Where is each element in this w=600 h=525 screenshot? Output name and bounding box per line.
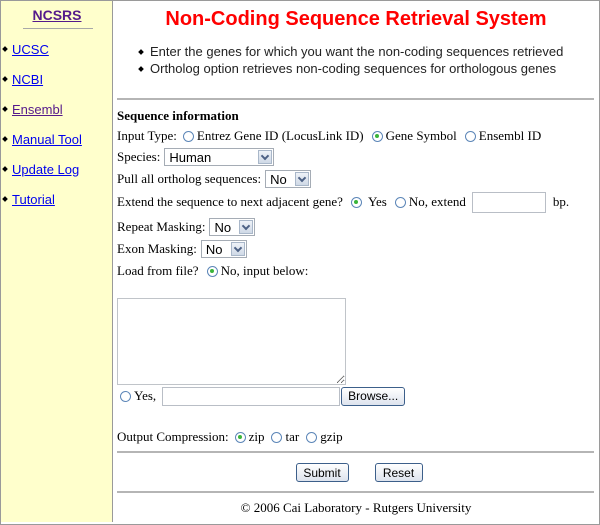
intro-list: Enter the genes for which you want the n… xyxy=(138,43,564,77)
bullet-icon xyxy=(2,166,8,172)
repeat-masking-select[interactable]: No xyxy=(209,218,256,236)
input-type-row: Input Type: Entrez Gene ID (LocusLink ID… xyxy=(117,126,543,146)
chevron-down-icon[interactable] xyxy=(239,220,254,234)
sidebar-brand: NCSRS xyxy=(1,7,113,23)
radio-zip-label: zip xyxy=(248,429,265,444)
radio-load-file-label: Yes, xyxy=(134,388,157,403)
radio-ensembl-label: Ensembl ID xyxy=(478,128,542,143)
extend-label: Extend the sequence to next adjacent gen… xyxy=(117,194,343,209)
bullet-icon xyxy=(2,76,8,82)
sidebar-item-update-log: Update Log xyxy=(1,154,82,184)
radio-entrez-gene-id[interactable] xyxy=(182,130,194,142)
bullet-icon xyxy=(138,65,144,72)
repeat-masking-label: Repeat Masking: xyxy=(117,219,206,234)
bullet-icon xyxy=(2,46,8,52)
input-type-label: Input Type: xyxy=(117,128,177,143)
section-title: Sequence information xyxy=(117,108,239,123)
link-manual-tool[interactable]: Manual Tool xyxy=(12,132,82,147)
browse-button[interactable]: Browse... xyxy=(341,386,406,406)
sidebar-nav: UCSC NCBI Ensembl Manual Tool Update Log… xyxy=(1,34,82,214)
radio-gene-symbol-label: Gene Symbol xyxy=(385,128,457,143)
bullet-icon xyxy=(138,48,144,55)
radio-zip[interactable] xyxy=(234,431,246,443)
link-tutorial[interactable]: Tutorial xyxy=(12,192,55,207)
link-ucsc[interactable]: UCSC xyxy=(12,42,49,57)
repeat-masking-row: Repeat Masking: No xyxy=(117,217,256,237)
radio-ensembl-id[interactable] xyxy=(464,130,476,142)
page-title: Non-Coding Sequence Retrieval System xyxy=(165,8,547,30)
intro-text: Enter the genes for which you want the n… xyxy=(150,44,564,59)
footer-copyright: © 2006 Cai Laboratory - Rutgers Universi… xyxy=(240,500,472,515)
sidebar-divider xyxy=(23,28,93,29)
intro-item: Enter the genes for which you want the n… xyxy=(138,43,564,60)
intro-item: Ortholog option retrieves non-coding seq… xyxy=(138,60,563,77)
divider xyxy=(117,451,594,453)
ortholog-label: Pull all ortholog sequences: xyxy=(117,171,262,186)
link-ensembl[interactable]: Ensembl xyxy=(12,102,63,117)
radio-tar-label: tar xyxy=(285,429,300,444)
sidebar-item-ucsc: UCSC xyxy=(1,34,82,64)
ortholog-select[interactable]: No xyxy=(265,170,312,188)
chevron-down-icon[interactable] xyxy=(258,150,273,164)
sidebar-item-ensembl: Ensembl xyxy=(1,94,82,124)
load-from-file-label: Load from file? xyxy=(117,263,199,278)
divider xyxy=(117,491,594,493)
radio-gene-symbol[interactable] xyxy=(371,130,383,142)
link-update-log[interactable]: Update Log xyxy=(12,162,79,177)
repeat-masking-value: No xyxy=(214,219,232,235)
chevron-down-icon[interactable] xyxy=(230,242,245,256)
form-actions: Submit Reset xyxy=(114,463,598,482)
radio-input-below-label: No, input below: xyxy=(220,263,309,278)
sidebar-item-manual-tool: Manual Tool xyxy=(1,124,82,154)
intro-text: Ortholog option retrieves non-coding seq… xyxy=(150,61,557,76)
load-from-file-row: Load from file? No, input below: xyxy=(117,261,310,281)
file-row: Yes, Browse... xyxy=(117,386,406,406)
output-compression-label: Output Compression: xyxy=(117,429,229,444)
radio-extend-yes[interactable] xyxy=(350,196,362,208)
brand-link[interactable]: NCSRS xyxy=(32,7,81,23)
species-value: Human xyxy=(169,149,212,165)
main-content: Non-Coding Sequence Retrieval System Ent… xyxy=(114,1,598,522)
sidebar-item-ncbi: NCBI xyxy=(1,64,82,94)
species-select[interactable]: Human xyxy=(164,148,275,166)
radio-gzip[interactable] xyxy=(306,431,318,443)
output-compression-row: Output Compression: zip tar gzip xyxy=(117,427,345,447)
sequence-textarea[interactable] xyxy=(117,298,346,385)
exon-masking-label: Exon Masking: xyxy=(117,241,197,256)
sidebar-item-tutorial: Tutorial xyxy=(1,184,82,214)
species-label: Species: xyxy=(117,149,161,164)
radio-tar[interactable] xyxy=(271,431,283,443)
file-path-input[interactable] xyxy=(162,386,341,406)
exon-masking-row: Exon Masking: No xyxy=(117,239,247,259)
ortholog-value: No xyxy=(270,171,287,187)
divider xyxy=(117,98,594,100)
radio-gzip-label: gzip xyxy=(320,429,343,444)
sidebar: NCSRS UCSC NCBI Ensembl Manual Tool Upda… xyxy=(1,1,113,522)
extend-row: Extend the sequence to next adjacent gen… xyxy=(117,191,570,213)
bullet-icon xyxy=(2,136,8,142)
link-ncbi[interactable]: NCBI xyxy=(12,72,43,87)
radio-entrez-label: Entrez Gene ID (LocusLink ID) xyxy=(196,128,364,143)
radio-load-file[interactable] xyxy=(120,390,131,402)
radio-input-below[interactable] xyxy=(206,265,218,277)
bp-unit: bp. xyxy=(552,194,570,209)
reset-button[interactable]: Reset xyxy=(374,463,423,482)
extend-bp-input[interactable] xyxy=(471,191,546,213)
bullet-icon xyxy=(2,196,8,202)
bullet-icon xyxy=(2,106,8,112)
ortholog-row: Pull all ortholog sequences: No xyxy=(117,169,312,189)
species-row: Species: Human xyxy=(117,147,275,167)
exon-masking-value: No xyxy=(205,241,223,257)
radio-extend-yes-label: Yes xyxy=(367,194,387,209)
radio-extend-no[interactable] xyxy=(394,196,406,208)
chevron-down-icon[interactable] xyxy=(295,172,310,186)
submit-button[interactable]: Submit xyxy=(295,463,349,482)
exon-masking-select[interactable]: No xyxy=(200,240,247,258)
radio-extend-no-label: No, extend xyxy=(408,194,466,209)
